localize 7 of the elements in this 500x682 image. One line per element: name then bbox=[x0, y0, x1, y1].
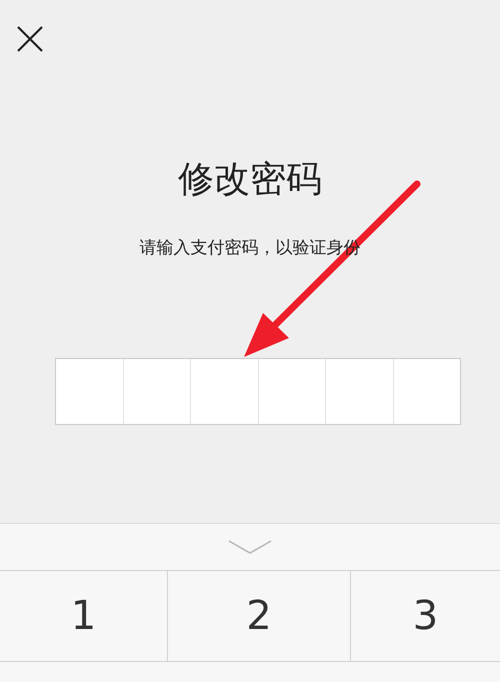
keypad-key[interactable]: 3 bbox=[350, 571, 500, 661]
close-icon[interactable] bbox=[17, 26, 43, 52]
page-title: 修改密码 bbox=[178, 162, 322, 198]
password-field[interactable] bbox=[55, 358, 461, 424]
keypad-key[interactable]: 2 bbox=[167, 571, 350, 661]
chevron-down-icon[interactable] bbox=[228, 540, 272, 554]
keypad-key[interactable]: 1 bbox=[0, 571, 167, 661]
